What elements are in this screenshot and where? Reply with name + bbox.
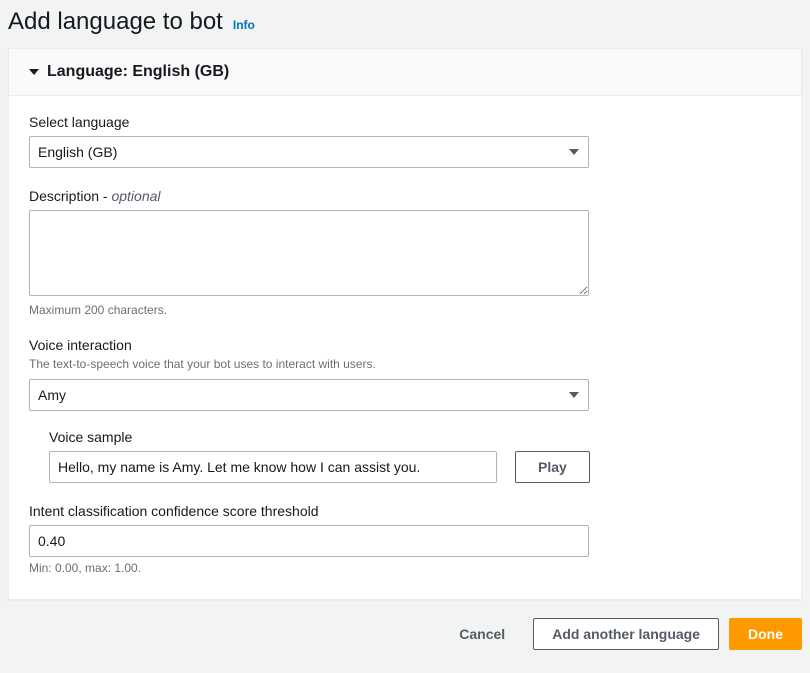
threshold-label: Intent classification confidence score t… — [29, 503, 589, 519]
add-another-language-button[interactable]: Add another language — [533, 618, 719, 650]
voice-sample-input[interactable] — [49, 451, 497, 483]
info-link[interactable]: Info — [233, 18, 255, 32]
panel-header[interactable]: Language: English (GB) — [9, 49, 801, 96]
threshold-input[interactable] — [29, 525, 589, 557]
voice-interaction-dropdown[interactable] — [29, 379, 589, 411]
caret-down-icon — [29, 69, 39, 75]
language-panel: Language: English (GB) Select language D… — [8, 48, 802, 600]
voice-sample-label: Voice sample — [49, 429, 589, 445]
select-language-dropdown[interactable] — [29, 136, 589, 168]
panel-body: Select language Description - optional M… — [9, 96, 801, 599]
page-title: Add language to bot — [8, 8, 223, 36]
voice-interaction-label: Voice interaction — [29, 337, 589, 353]
threshold-group: Intent classification confidence score t… — [29, 503, 589, 575]
footer: Cancel Add another language Done — [8, 618, 802, 650]
description-optional-suffix: optional — [111, 188, 160, 204]
page-header: Add language to bot Info — [8, 0, 802, 48]
panel-title: Language: English (GB) — [47, 63, 229, 81]
voice-interaction-helper: The text-to-speech voice that your bot u… — [29, 357, 589, 371]
description-helper: Maximum 200 characters. — [29, 303, 589, 317]
voice-sample-row: Play — [29, 451, 589, 483]
threshold-helper: Min: 0.00, max: 1.00. — [29, 561, 589, 575]
play-button[interactable]: Play — [515, 451, 590, 483]
description-group: Description - optional Maximum 200 chara… — [29, 188, 589, 317]
done-button[interactable]: Done — [729, 618, 802, 650]
select-language-group: Select language — [29, 114, 589, 168]
description-label-text: Description - — [29, 188, 111, 204]
description-label: Description - optional — [29, 188, 589, 204]
voice-interaction-group: Voice interaction The text-to-speech voi… — [29, 337, 589, 483]
description-textarea[interactable] — [29, 210, 589, 296]
select-language-label: Select language — [29, 114, 589, 130]
cancel-button[interactable]: Cancel — [441, 618, 523, 650]
